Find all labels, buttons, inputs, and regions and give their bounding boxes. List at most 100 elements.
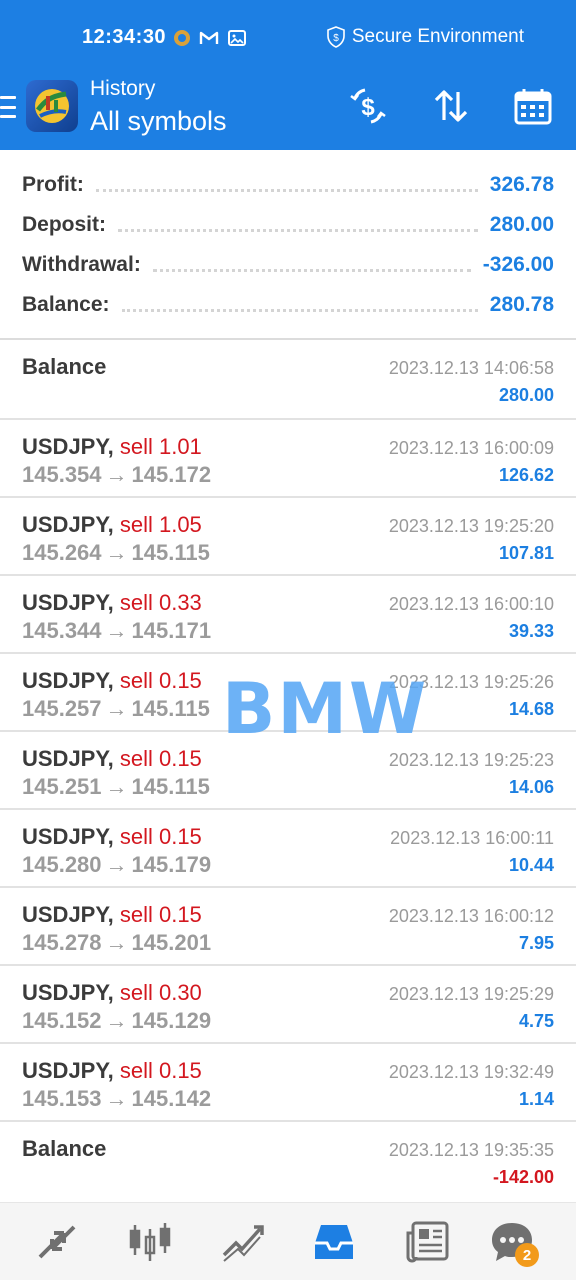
deal-close-price: 145.142 (131, 1086, 212, 1111)
deal-close-price: 145.171 (131, 618, 212, 643)
summary-leader-dots (118, 218, 478, 232)
deal-row[interactable]: USDJPY, sell 0.33 145.344 → 145.171 2023.1… (0, 576, 576, 654)
calendar-button[interactable] (512, 86, 554, 126)
menu-button[interactable] (0, 96, 16, 118)
deal-prices: 145.354 → 145.172 (22, 462, 211, 488)
news-icon (406, 1221, 449, 1263)
svg-text:$: $ (361, 94, 375, 121)
deal-symbol-line: USDJPY, sell 1.01 (22, 434, 202, 460)
nav-quotes[interactable] (127, 1219, 173, 1265)
deal-profit: 14.68 (508, 699, 554, 719)
gmail-icon (199, 28, 219, 48)
summary-value: 280.00 (489, 213, 554, 236)
deal-symbol: Balance (22, 354, 107, 379)
arrow-right-icon: → (105, 540, 128, 565)
deal-close-price: 145.201 (131, 930, 212, 955)
deal-close-price: 145.129 (131, 1008, 212, 1033)
bottom-navigation: 2 (0, 1202, 576, 1280)
currency-filter-button[interactable]: $ (347, 86, 389, 126)
deal-symbol: USDJPY, (22, 434, 114, 459)
arrow-right-icon: → (105, 696, 128, 721)
deal-prices: 145.344 → 145.171 (22, 618, 211, 644)
metatrader-logo-icon (26, 80, 78, 132)
deal-prices: 145.278 → 145.201 (22, 930, 211, 956)
deal-row[interactable]: USDJPY, sell 0.15 145.153 → 145.142 2023.1… (0, 1044, 576, 1122)
currency-filter-icon: $ (350, 88, 386, 124)
deal-profit: 280.00 (498, 385, 554, 405)
deal-open-price: 145.280 (22, 852, 102, 877)
deal-type: sell 0.15 (119, 1058, 202, 1083)
nav-chat[interactable]: 2 (489, 1219, 539, 1267)
deal-row-balance[interactable]: Balance 2023.12.13 14:06:58 280.00 (0, 340, 576, 420)
nav-trade[interactable] (34, 1219, 80, 1265)
deal-time: 2023.12.13 14:06:58 (388, 358, 554, 378)
deal-open-price: 145.264 (22, 540, 102, 565)
nav-news[interactable] (405, 1219, 451, 1265)
deal-symbol-line: USDJPY, sell 0.15 (22, 824, 202, 850)
deal-open-price: 145.257 (22, 696, 102, 721)
deal-row[interactable]: USDJPY, sell 0.15 145.280 → 145.179 2023.1… (0, 810, 576, 888)
deal-row-balance[interactable]: Balance 2023.12.13 19:35:35 -142.00 (0, 1122, 576, 1200)
arrow-right-icon: → (105, 930, 128, 955)
deal-time: 2023.12.13 19:25:20 (388, 516, 554, 536)
deal-profit: -142.00 (492, 1167, 554, 1187)
history-inbox-icon (315, 1225, 353, 1259)
summary-label: Balance: (22, 293, 110, 316)
deal-time: 2023.12.13 19:25:29 (388, 984, 554, 1004)
menu-icon-line (0, 105, 16, 109)
quotes-chart-icon (129, 1223, 171, 1261)
screen-subtitle: History (90, 77, 156, 100)
status-clock: 12:34:30 (82, 26, 167, 48)
deal-profit: 14.06 (508, 777, 554, 797)
deal-symbol-line: USDJPY, sell 0.15 (22, 668, 202, 694)
deal-profit: 7.95 (518, 933, 554, 953)
deal-type: sell 0.15 (119, 902, 202, 927)
summary-label: Profit: (22, 173, 84, 196)
notification-icon (172, 28, 192, 48)
summary-value: 326.78 (489, 173, 554, 196)
deal-close-price: 145.115 (131, 774, 210, 799)
calendar-icon (514, 89, 552, 125)
summary-leader-dots (121, 298, 478, 312)
deal-time: 2023.12.13 16:00:10 (388, 594, 554, 614)
nav-history[interactable] (311, 1219, 357, 1265)
deal-symbol: USDJPY, (22, 512, 114, 537)
photo-icon (227, 28, 247, 48)
deal-open-price: 145.153 (22, 1086, 102, 1111)
deal-symbol: USDJPY, (22, 902, 114, 927)
deal-row[interactable]: USDJPY, sell 0.30 145.152 → 145.129 2023.1… (0, 966, 576, 1044)
arrow-right-icon: → (105, 852, 128, 877)
deal-profit: 126.62 (498, 465, 554, 485)
deal-profit: 107.81 (498, 543, 554, 563)
deal-prices: 145.152 → 145.129 (22, 1008, 211, 1034)
deal-type: sell 1.05 (119, 512, 202, 537)
deal-symbol-line: USDJPY, sell 0.30 (22, 980, 202, 1006)
nav-chart[interactable] (220, 1219, 266, 1265)
deal-symbol: USDJPY, (22, 824, 114, 849)
deal-time: 2023.12.13 16:00:11 (390, 828, 554, 848)
summary-leader-dots (95, 178, 478, 192)
deal-symbol-line: USDJPY, sell 0.15 (22, 746, 202, 772)
sort-button[interactable] (430, 86, 472, 126)
deal-symbol: USDJPY, (22, 980, 114, 1005)
screen-title[interactable]: All symbols (90, 106, 227, 137)
arrow-right-icon: → (105, 1086, 128, 1111)
deal-open-price: 145.152 (22, 1008, 102, 1033)
secure-environment-indicator: $ Secure Environment (326, 26, 524, 48)
deal-type: sell 0.15 (119, 824, 202, 849)
deal-profit: 4.75 (518, 1011, 554, 1031)
summary-label: Deposit: (22, 213, 106, 236)
deal-close-price: 145.115 (131, 696, 210, 721)
deal-symbol-line: USDJPY, sell 1.05 (22, 512, 202, 538)
summary-row-deposit: Deposit: 280.00 (22, 208, 554, 242)
deal-row[interactable]: USDJPY, sell 1.01 145.354 → 145.172 2023.1… (0, 420, 576, 498)
sort-icon (434, 90, 468, 122)
deal-close-price: 145.115 (131, 540, 210, 565)
chart-icon (222, 1225, 264, 1262)
deal-row[interactable]: USDJPY, sell 0.15 145.278 → 145.201 2023.1… (0, 888, 576, 966)
deal-row[interactable]: USDJPY, sell 1.05 145.264 → 145.115 2023.1… (0, 498, 576, 576)
deal-time: 2023.12.13 19:32:49 (388, 1062, 554, 1082)
deal-open-price: 145.344 (22, 618, 102, 643)
summary-row-withdrawal: Withdrawal: -326.00 (22, 248, 554, 282)
deal-profit: 39.33 (508, 621, 554, 641)
